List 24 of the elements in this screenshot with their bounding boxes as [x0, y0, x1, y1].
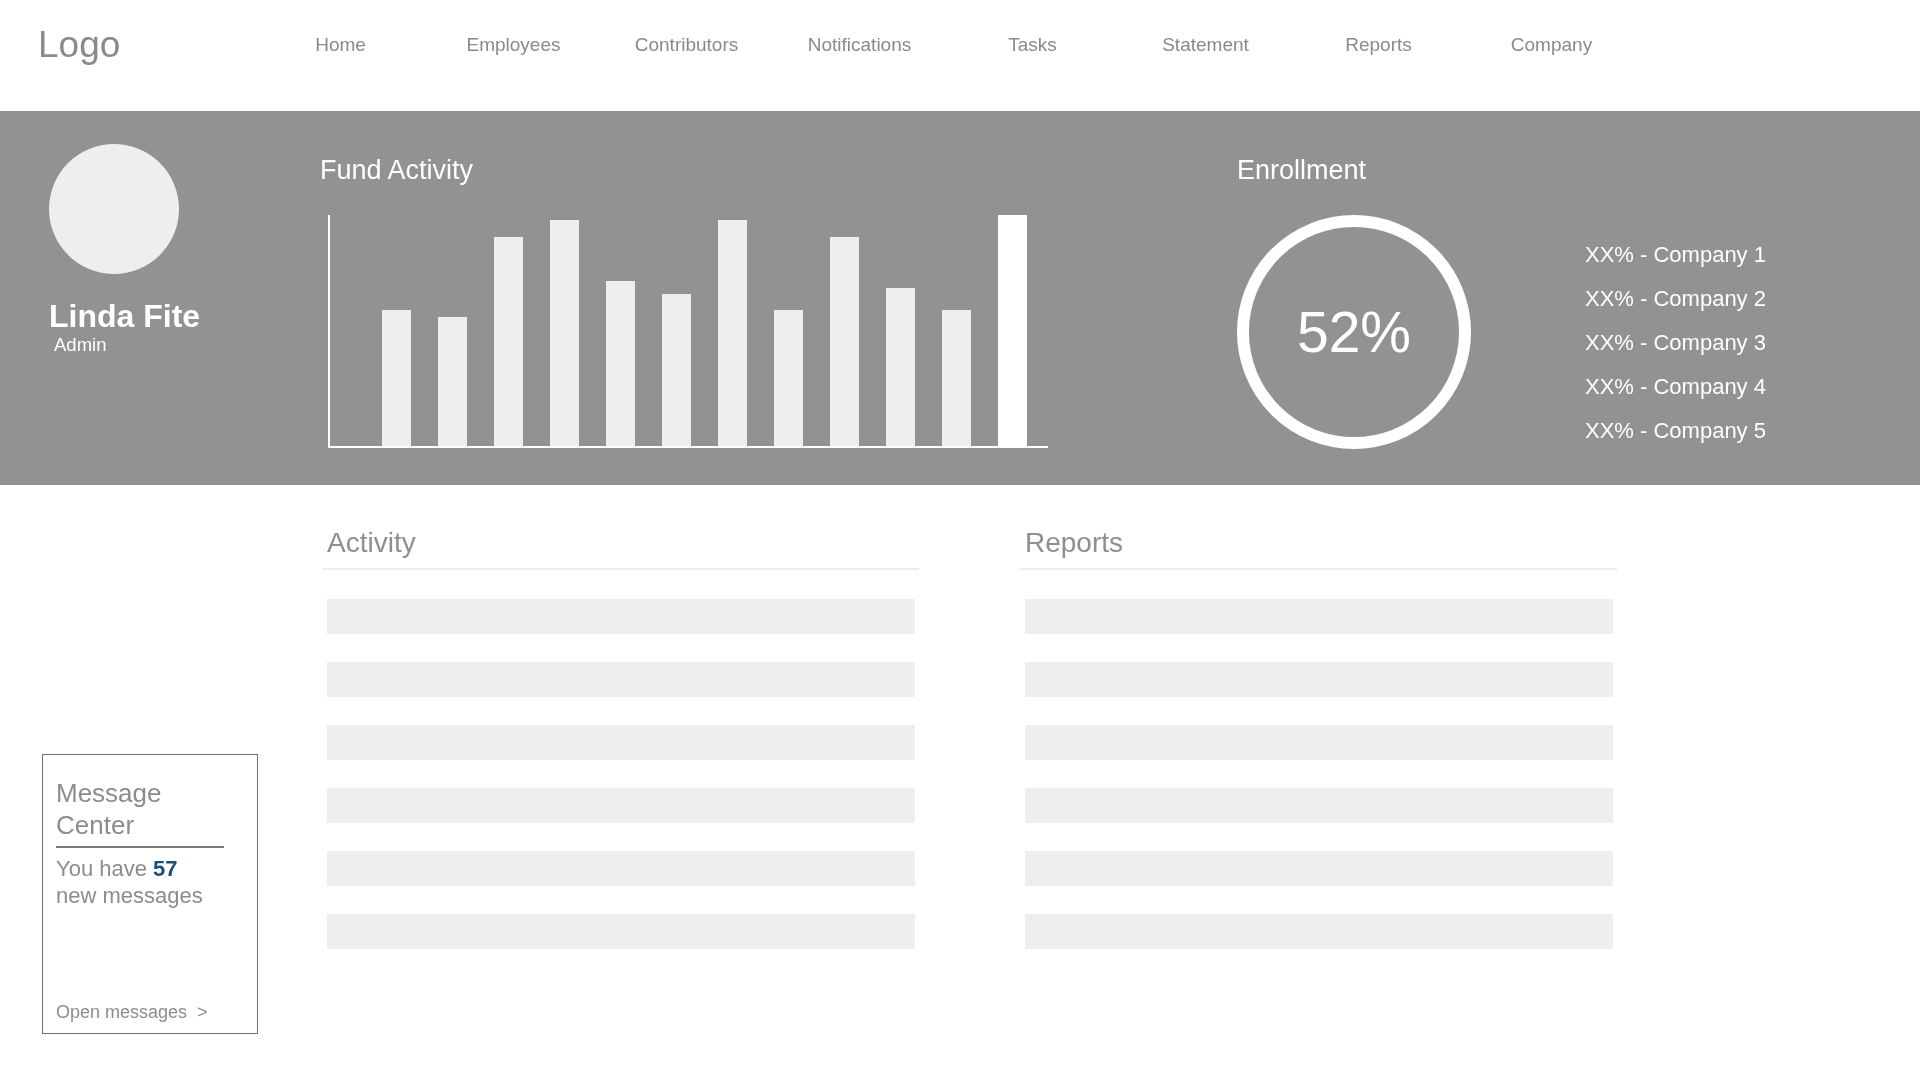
- nav-link[interactable]: Contributors: [634, 33, 739, 56]
- enrollment-percent: 52%: [1296, 300, 1412, 364]
- legend-item: XX% - Company 4: [1585, 373, 1766, 401]
- nav-link[interactable]: Company: [1510, 33, 1593, 56]
- section-title: Enrollment: [1237, 154, 1367, 186]
- nav-link[interactable]: Employees: [466, 33, 561, 56]
- nav-link[interactable]: Reports: [1345, 33, 1412, 56]
- nav-link[interactable]: Statement: [1162, 33, 1249, 56]
- user-role: Admin: [54, 334, 107, 356]
- message-center-title: Message Center: [56, 777, 224, 848]
- open-messages-link[interactable]: Open messages >: [56, 1002, 208, 1022]
- legend-item: XX% - Company 3: [1585, 329, 1766, 357]
- section-heading: Activity: [327, 526, 416, 560]
- section-heading: Reports: [1025, 526, 1124, 560]
- nav-link[interactable]: Notifications: [807, 33, 912, 56]
- user-name: Linda Fite: [49, 297, 201, 335]
- chart-title: Fund Activity: [320, 154, 474, 186]
- legend-item: XX% - Company 2: [1585, 285, 1766, 313]
- message-count-text: You have 57 new messages: [56, 855, 204, 909]
- legend-item: XX% - Company 1: [1585, 241, 1766, 269]
- nav-link[interactable]: Home: [315, 33, 366, 56]
- legend-item: XX% - Company 5: [1585, 417, 1766, 445]
- logo: Logo: [38, 23, 121, 66]
- nav-link[interactable]: Tasks: [1008, 33, 1057, 56]
